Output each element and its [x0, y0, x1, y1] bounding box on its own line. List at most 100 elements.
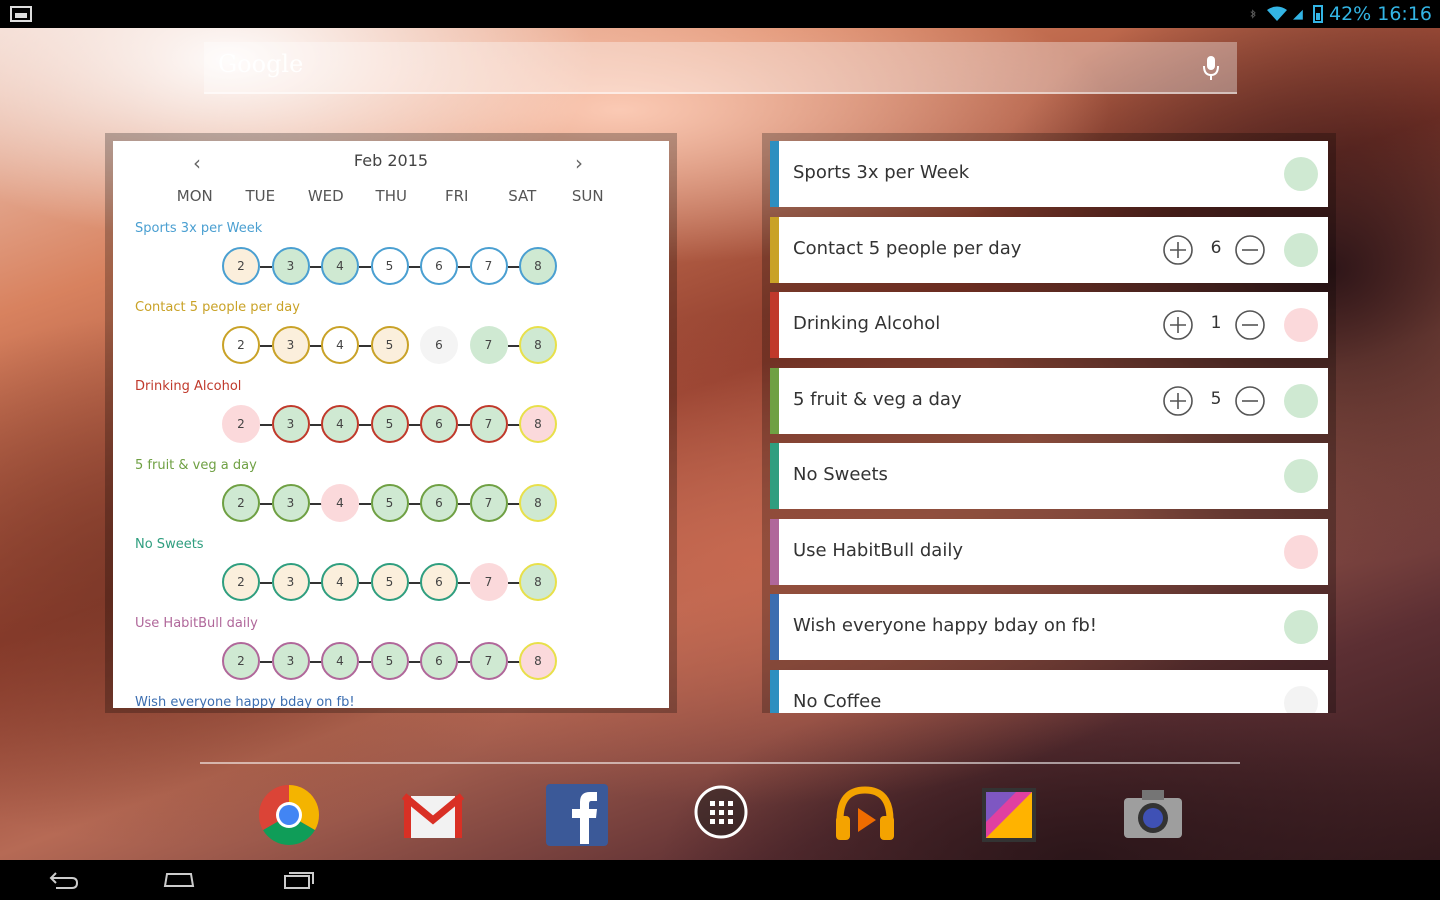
status-bar: 42% 16:16	[0, 0, 1440, 28]
habit-row[interactable]: Use HabitBull daily	[770, 518, 1328, 585]
day-connector	[458, 661, 470, 663]
calendar-day-cell[interactable]: 4	[321, 405, 359, 443]
calendar-day-cell[interactable]: 3	[271, 326, 310, 364]
calendar-habit-label: Wish everyone happy bday on fb!	[135, 695, 355, 708]
habit-row[interactable]: No Coffee	[770, 669, 1328, 713]
next-month-button[interactable]: ›	[575, 151, 583, 175]
day-connector	[359, 582, 371, 584]
day-connector	[507, 503, 520, 505]
calendar-day-cell[interactable]: 2	[222, 484, 260, 522]
app-drawer-icon[interactable]	[688, 782, 754, 848]
calendar-day-cell[interactable]: 5	[370, 484, 409, 522]
google-search-bar[interactable]: Google	[204, 42, 1237, 94]
habit-status-dot[interactable]	[1284, 157, 1318, 191]
calendar-day-cell[interactable]: 5	[370, 563, 409, 601]
calendar-day-cell[interactable]: 3	[271, 642, 310, 680]
calendar-day-cell[interactable]: 4	[321, 563, 359, 601]
home-button[interactable]	[162, 868, 196, 890]
calendar-day-cell[interactable]: 7	[469, 642, 508, 680]
decrement-icon[interactable]	[1234, 234, 1266, 266]
calendar-day-cell[interactable]: 4	[321, 642, 359, 680]
gmail-icon[interactable]	[400, 782, 466, 848]
calendar-day-cell[interactable]: 2	[222, 563, 260, 601]
habit-status-dot[interactable]	[1284, 685, 1318, 713]
search-placeholder: Google	[218, 50, 304, 78]
day-connector	[309, 266, 322, 268]
calendar-day-cell[interactable]: 7	[469, 326, 508, 364]
habit-row[interactable]: Contact 5 people per day 6	[770, 216, 1328, 283]
increment-icon[interactable]	[1162, 234, 1194, 266]
prev-month-button[interactable]: ‹	[193, 151, 201, 175]
calendar-day-cell[interactable]: 4	[321, 247, 359, 285]
calendar-day-cell[interactable]: 3	[271, 484, 310, 522]
day-connector	[408, 424, 421, 426]
calendar-day-cell[interactable]: 8	[519, 563, 557, 601]
calendar-day-cell[interactable]: 5	[370, 247, 409, 285]
habit-status-dot[interactable]	[1284, 308, 1318, 342]
habit-row[interactable]: Sports 3x per Week	[770, 141, 1328, 207]
day-connector	[458, 582, 470, 584]
calendar-panel: ‹ Feb 2015 › MON TUE WED THU FRI SAT SUN Sport…	[113, 141, 669, 708]
calendar-day-cell[interactable]: 2	[222, 326, 260, 364]
calendar-day-cell[interactable]: 8	[519, 405, 557, 443]
calendar-day-cell[interactable]: 6	[420, 642, 458, 680]
calendar-day-cell[interactable]: 6	[420, 247, 458, 285]
calendar-day-cell[interactable]: 8	[519, 247, 557, 285]
habit-status-dot[interactable]	[1284, 459, 1318, 493]
calendar-day-cell[interactable]: 2	[222, 642, 260, 680]
calendar-day-cell[interactable]: 5	[370, 326, 409, 364]
habit-row[interactable]: Drinking Alcohol 1	[770, 292, 1328, 358]
calendar-day-cell[interactable]: 7	[469, 247, 508, 285]
increment-icon[interactable]	[1162, 309, 1194, 341]
status-icons: 42% 16:16	[1249, 3, 1432, 25]
screenshot-notification-icon	[10, 6, 32, 22]
habit-status-dot[interactable]	[1284, 610, 1318, 644]
decrement-icon[interactable]	[1234, 309, 1266, 341]
weekday-label: MON	[176, 187, 213, 205]
calendar-day-cell[interactable]: 3	[271, 405, 310, 443]
back-button[interactable]	[46, 868, 80, 890]
calendar-day-cell[interactable]: 2	[222, 405, 260, 443]
wifi-icon	[1267, 6, 1287, 21]
calendar-day-cell[interactable]: 5	[370, 405, 409, 443]
habit-status-dot[interactable]	[1284, 534, 1318, 569]
habit-color-bar	[770, 443, 779, 509]
calendar-day-cell[interactable]: 3	[271, 247, 310, 285]
calendar-day-cell[interactable]: 2	[222, 247, 260, 285]
calendar-day-cell[interactable]: 6	[420, 484, 458, 522]
calendar-day-cell[interactable]: 6	[420, 405, 458, 443]
calendar-day-cell[interactable]: 5	[370, 642, 409, 680]
recent-apps-button[interactable]	[282, 868, 316, 890]
calendar-day-cell[interactable]: 7	[469, 405, 508, 443]
decrement-icon[interactable]	[1234, 385, 1266, 417]
calendar-day-cell[interactable]: 8	[519, 326, 557, 364]
day-connector	[309, 582, 322, 584]
habit-name: Drinking Alcohol	[793, 313, 941, 334]
calendar-day-cell[interactable]: 6	[420, 563, 458, 601]
calendar-day-cell[interactable]: 6	[420, 326, 458, 364]
calendar-day-cell[interactable]: 7	[469, 563, 508, 601]
habit-row[interactable]: No Sweets	[770, 443, 1328, 509]
day-connector	[408, 582, 421, 584]
calendar-day-cell[interactable]: 7	[469, 484, 508, 522]
habit-count: 1	[1210, 313, 1222, 333]
facebook-icon[interactable]	[544, 782, 610, 848]
day-connector	[507, 266, 520, 268]
microphone-icon[interactable]	[1201, 54, 1221, 82]
habit-status-dot[interactable]	[1284, 232, 1318, 267]
day-connector	[260, 503, 272, 505]
camera-icon[interactable]	[1120, 782, 1186, 848]
calendar-day-cell[interactable]: 8	[519, 642, 557, 680]
play-music-icon[interactable]	[832, 782, 898, 848]
habit-status-dot[interactable]	[1284, 383, 1318, 418]
chrome-icon[interactable]	[256, 782, 322, 848]
calendar-day-cell[interactable]: 3	[271, 563, 310, 601]
habit-row[interactable]: Wish everyone happy bday on fb!	[770, 594, 1328, 660]
calendar-widget: ‹ Feb 2015 › MON TUE WED THU FRI SAT SUN Sport…	[105, 133, 677, 713]
calendar-day-cell[interactable]: 4	[321, 484, 359, 522]
habit-row[interactable]: 5 fruit & veg a day 5	[770, 367, 1328, 434]
calendar-day-cell[interactable]: 4	[321, 326, 359, 364]
increment-icon[interactable]	[1162, 385, 1194, 417]
calendar-day-cell[interactable]: 8	[519, 484, 557, 522]
gallery-icon[interactable]	[976, 782, 1042, 848]
